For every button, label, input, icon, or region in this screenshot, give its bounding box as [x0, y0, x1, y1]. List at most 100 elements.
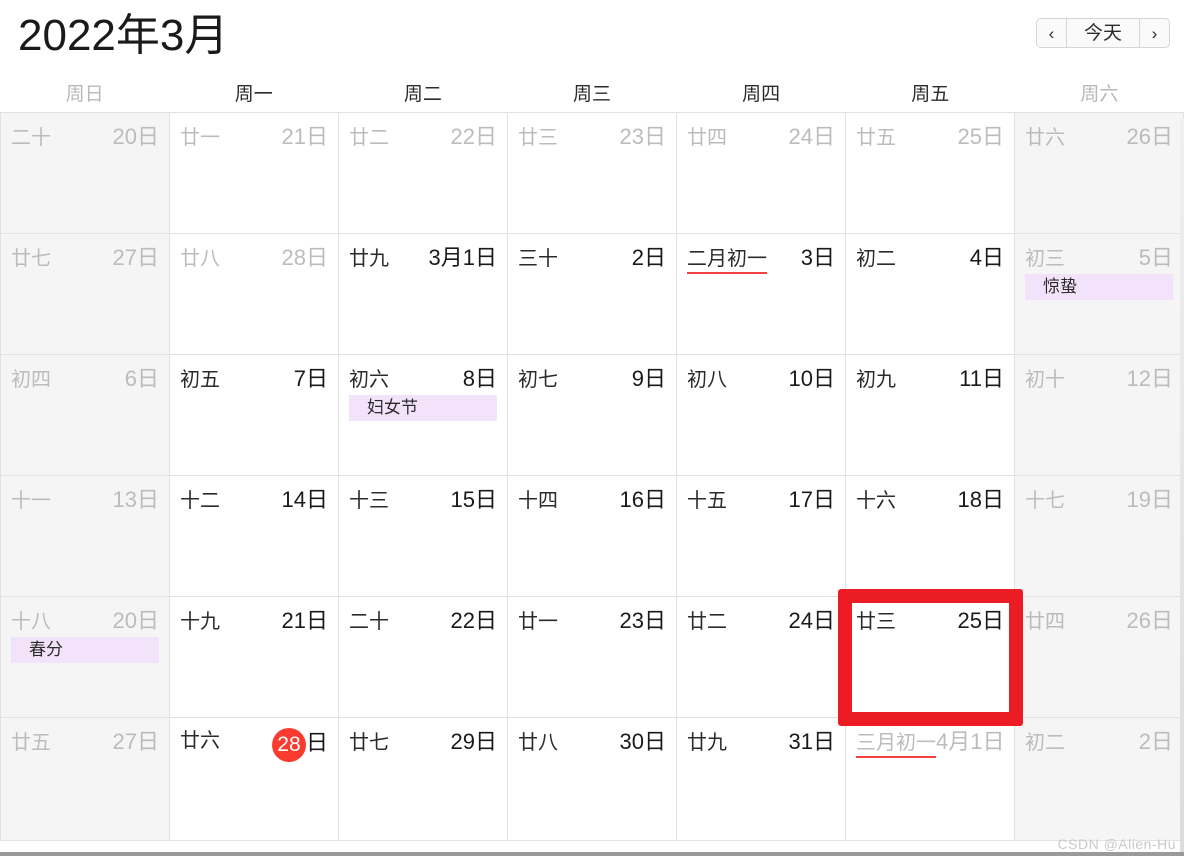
day-cell[interactable]: 初五 7日 — [170, 355, 339, 476]
day-cell[interactable]: 十九 21日 — [170, 597, 339, 718]
lunar-date-label: 廿九 — [349, 248, 389, 270]
event-badge[interactable]: 妇女节 — [349, 395, 497, 421]
day-cell[interactable]: 十五 17日 — [677, 476, 846, 597]
day-cell[interactable]: 廿七 29日 — [339, 718, 508, 841]
day-cell[interactable]: 初六 8日 妇女节 — [339, 355, 508, 476]
day-cell[interactable]: 二十 20日 — [1, 113, 170, 234]
day-cell[interactable]: 廿八 30日 — [508, 718, 677, 841]
day-cell[interactable]: 廿一 21日 — [170, 113, 339, 234]
day-cell-top: 初七 9日 — [518, 361, 666, 391]
day-cell[interactable]: 二月初一 3日 — [677, 234, 846, 355]
lunar-date-label: 十八 — [11, 611, 51, 633]
day-cell[interactable]: 十八 20日 春分 — [1, 597, 170, 718]
gregorian-date-label: 28日 — [281, 245, 328, 270]
weekday-header-5: 周五 — [911, 83, 950, 105]
day-cell[interactable]: 十二 14日 — [170, 476, 339, 597]
day-cell[interactable]: 初二 4日 — [846, 234, 1015, 355]
gregorian-date-label: 9日 — [631, 366, 666, 391]
day-cell[interactable]: 廿六 26日 — [1015, 113, 1184, 234]
day-cell[interactable]: 十七 19日 — [1015, 476, 1184, 597]
lunar-date-label: 初五 — [180, 369, 220, 391]
gregorian-date-label: 22日 — [450, 608, 497, 633]
day-cell[interactable]: 廿四 24日 — [677, 113, 846, 234]
day-cell[interactable]: 初八 10日 — [677, 355, 846, 476]
day-cell[interactable]: 廿三 25日 — [846, 597, 1015, 718]
lunar-date-label: 十五 — [687, 490, 727, 512]
event-badge[interactable]: 春分 — [11, 637, 159, 663]
day-cell[interactable]: 廿六 28 日 — [170, 718, 339, 841]
day-cell-top: 廿七 27日 — [11, 240, 159, 270]
day-cell[interactable]: 廿五 25日 — [846, 113, 1015, 234]
day-cell[interactable]: 初三 5日惊蛰 — [1015, 234, 1184, 355]
lunar-date-label: 初八 — [687, 369, 727, 391]
calendar-nav-group: ‹ 今天 › — [1035, 18, 1170, 48]
day-cell-top: 十一 13日 — [11, 482, 159, 512]
day-cell-top: 廿六 28 日 — [180, 724, 328, 762]
day-cell[interactable]: 十六 18日 — [846, 476, 1015, 597]
day-cell[interactable]: 初十 12日 — [1015, 355, 1184, 476]
day-cell[interactable]: 廿五 27日 — [1, 718, 170, 841]
gregorian-date-label: 24日 — [788, 608, 835, 633]
lunar-date-label: 初六 — [349, 369, 389, 391]
lunar-date-label: 十二 — [180, 490, 220, 512]
gregorian-date-label: 19日 — [1126, 487, 1173, 512]
today-button[interactable]: 今天 — [1065, 18, 1140, 48]
lunar-date-label: 初三 — [1025, 248, 1065, 270]
lunar-date-label: 廿三 — [518, 127, 558, 149]
day-cell[interactable]: 廿二 24日 — [677, 597, 846, 718]
gregorian-date-label: 25日 — [957, 608, 1004, 633]
weekday-header-0: 周日 — [65, 83, 104, 105]
day-cell-top: 十二 14日 — [180, 482, 328, 512]
day-cell-top: 廿九 31日 — [687, 724, 835, 754]
day-cell[interactable]: 初九 11日 — [846, 355, 1015, 476]
day-cell-top: 廿七 29日 — [349, 724, 497, 754]
gregorian-date-label: 31日 — [788, 729, 835, 754]
gregorian-date-label: 27日 — [112, 245, 159, 270]
page-title: 2022年3月 — [18, 11, 229, 60]
next-month-button[interactable]: › — [1140, 18, 1170, 48]
day-cell-top: 廿四 24日 — [687, 119, 835, 149]
day-cell-top: 初二 2日 — [1025, 724, 1173, 754]
day-cell[interactable]: 初四 6日 — [1, 355, 170, 476]
day-cell-top: 廿六 26日 — [1025, 119, 1173, 149]
event-badge[interactable]: 惊蛰 — [1025, 274, 1173, 300]
gregorian-date-label: 3月1日 — [428, 245, 497, 270]
day-cell[interactable]: 三月初一 4月1日 — [846, 718, 1015, 841]
day-cell[interactable]: 十四 16日 — [508, 476, 677, 597]
gregorian-date-label: 10日 — [788, 366, 835, 391]
lunar-date-label: 十七 — [1025, 490, 1065, 512]
day-cell[interactable]: 二十 22日 — [339, 597, 508, 718]
day-cell[interactable]: 廿二 22日 — [339, 113, 508, 234]
day-cell[interactable]: 初二 2日 — [1015, 718, 1184, 841]
day-cell[interactable]: 廿九 3月1日 — [339, 234, 508, 355]
day-cell[interactable]: 廿九 31日 — [677, 718, 846, 841]
calendar-week-row: 初四 6日 初五 7日 初六 8日 妇女节 初七 9日 初八 10日 初九 11日 初十 12日 — [1, 355, 1184, 476]
day-cell-top: 十九 21日 — [180, 603, 328, 633]
day-cell-top: 廿三 25日 — [856, 603, 1004, 633]
gregorian-date-label: 21日 — [281, 124, 328, 149]
gregorian-date-label: 23日 — [619, 124, 666, 149]
day-cell[interactable]: 廿一 23日 — [508, 597, 677, 718]
lunar-date-label: 廿四 — [1025, 611, 1065, 633]
day-cell[interactable]: 三十 2日 — [508, 234, 677, 355]
prev-month-button[interactable]: ‹ — [1035, 18, 1066, 48]
calendar-week-row: 二十 20日 廿一 21日 廿二 22日 廿三 23日 廿四 24日 廿五 25日 廿六 26日 — [1, 113, 1184, 234]
lunar-date-label: 廿六 — [1025, 127, 1065, 149]
day-cell[interactable]: 十一 13日 — [1, 476, 170, 597]
lunar-date-label: 初十 — [1025, 369, 1065, 391]
gregorian-date-label: 16日 — [619, 487, 666, 512]
gregorian-date-label: 2日 — [1138, 729, 1173, 754]
gregorian-date-label: 6日 — [124, 366, 159, 391]
day-cell[interactable]: 初七 9日 — [508, 355, 677, 476]
day-cell[interactable]: 廿四 26日 — [1015, 597, 1184, 718]
lunar-date-label: 廿九 — [687, 732, 727, 754]
day-cell[interactable]: 廿八 28日 — [170, 234, 339, 355]
day-cell-top: 初三 5日 — [1025, 240, 1173, 270]
lunar-date-label: 二十 — [11, 127, 51, 149]
lunar-date-label: 廿四 — [687, 127, 727, 149]
gregorian-date-label: 20日 — [112, 124, 159, 149]
gregorian-date-label: 13日 — [112, 487, 159, 512]
day-cell[interactable]: 十三 15日 — [339, 476, 508, 597]
day-cell[interactable]: 廿三 23日 — [508, 113, 677, 234]
day-cell[interactable]: 廿七 27日 — [1, 234, 170, 355]
